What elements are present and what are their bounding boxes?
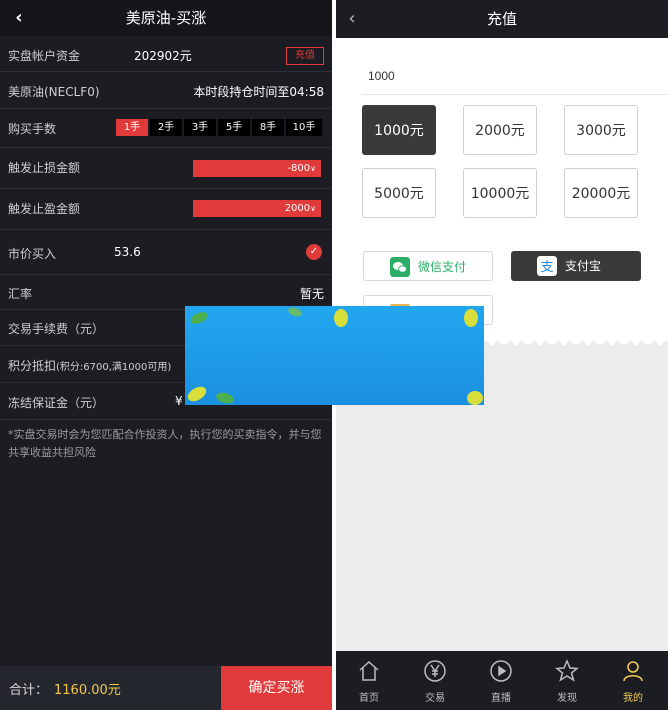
pay-wechat-label: 微信支付 (418, 260, 467, 274)
tab-live[interactable]: 直播 (468, 651, 534, 710)
product-label: 美原油(NECLF0) (8, 85, 100, 99)
user-icon (623, 661, 643, 682)
tab-trade-label: 交易 (425, 693, 445, 704)
overlay-banner[interactable] (185, 306, 484, 405)
alipay-icon: 支 (537, 256, 557, 276)
tab-trade[interactable]: 交易 (402, 651, 468, 710)
pay-alipay-button[interactable]: 支 支付宝 (511, 251, 641, 281)
play-icon (490, 660, 512, 682)
lots-label: 购买手数 (8, 122, 57, 136)
account-value: 202902元 (134, 49, 192, 63)
pay-alipay-label: 支付宝 (565, 259, 602, 273)
total-label: 合计： (9, 683, 49, 698)
stop-loss-value: -800 (287, 163, 311, 174)
divider (362, 94, 668, 95)
home-icon (359, 660, 379, 681)
lot-option-10[interactable]: 10手 (286, 119, 322, 136)
lot-option-5[interactable]: 5手 (218, 119, 250, 136)
banner-image (185, 306, 484, 405)
page-title: 美原油-买涨 (125, 9, 207, 27)
account-label: 实盘帐户资金 (8, 49, 81, 63)
market-buy-row: 市价买入 53.6 (0, 230, 332, 275)
tab-mine-label: 我的 (623, 693, 643, 704)
recharge-button[interactable]: 充值 (286, 47, 324, 65)
tab-discover[interactable]: 发现 (534, 651, 600, 710)
points-detail: (积分:6700,满1000可用) (56, 362, 172, 373)
tab-discover-label: 发现 (557, 693, 577, 704)
rate-row: 汇率 暂无 (0, 275, 332, 310)
lot-option-8[interactable]: 8手 (252, 119, 284, 136)
risk-note: *实盘交易时会为您匹配合作投资人，执行您的买卖指令，并与您共享收益共担风险 (8, 428, 322, 459)
lot-option-1[interactable]: 1手 (116, 119, 148, 136)
tab-home[interactable]: 首页 (336, 651, 402, 710)
hold-time: 本时段持仓时间至04:58 (193, 85, 324, 99)
market-price: 53.6 (114, 245, 141, 259)
amount-option-2000[interactable]: 2000元 (463, 105, 537, 155)
stop-loss-select[interactable]: -800∨ (193, 160, 321, 177)
amount-option-20000[interactable]: 20000元 (564, 168, 638, 218)
header-bar: ‹ 美原油-买涨 (0, 0, 332, 36)
amount-option-10000[interactable]: 10000元 (463, 168, 537, 218)
market-label: 市价买入 (8, 247, 57, 261)
amount-option-5000[interactable]: 5000元 (362, 168, 436, 218)
total-value: 1160.00元 (54, 683, 121, 698)
rate-label: 汇率 (8, 287, 33, 301)
page-title: 充值 (486, 10, 517, 28)
points-label-text: 积分抵扣 (8, 359, 57, 373)
chevron-down-icon: ∨ (310, 204, 316, 213)
rate-value: 暂无 (299, 287, 324, 301)
points-label: 积分抵扣(积分:6700,满1000可用) (8, 357, 171, 374)
chevron-down-icon: ∨ (310, 164, 316, 173)
stop-loss-label: 触发止损金额 (8, 161, 81, 175)
tab-home-label: 首页 (359, 693, 379, 704)
star-icon (555, 659, 579, 682)
fee-label: 交易手续费（元） (8, 322, 105, 336)
product-row: 美原油(NECLF0) 本时段持仓时间至04:58 (0, 72, 332, 109)
amount-input[interactable] (368, 66, 628, 86)
lot-option-3[interactable]: 3手 (184, 119, 216, 136)
tab-live-label: 直播 (491, 693, 511, 704)
take-profit-value: 2000 (284, 203, 311, 214)
bottom-tab-bar: 首页 交易 直播 发现 我的 (336, 651, 668, 710)
account-row: 实盘帐户资金 202902元 (0, 37, 332, 72)
margin-value: ¥ (175, 394, 183, 408)
take-profit-label: 触发止盈金额 (8, 202, 81, 216)
yen-coin-icon (424, 660, 446, 682)
header-bar: ‹ 充值 (336, 0, 668, 38)
check-icon[interactable]: ✓ (306, 244, 322, 260)
margin-label: 冻结保证金（元） (8, 396, 105, 410)
tab-mine[interactable]: 我的 (600, 651, 666, 710)
lots-selector: 1手 2手 3手 5手 8手 10手 (116, 119, 322, 136)
svg-text:支: 支 (540, 260, 553, 275)
pay-wechat-button[interactable]: 微信支付 (363, 251, 493, 281)
amount-option-3000[interactable]: 3000元 (564, 105, 638, 155)
take-profit-select[interactable]: 2000∨ (193, 200, 321, 217)
footer-bar: 合计： 1160.00元 确定买涨 (0, 666, 332, 710)
confirm-buy-button[interactable]: 确定买涨 (221, 666, 332, 710)
wechat-icon (390, 257, 410, 277)
lot-option-2[interactable]: 2手 (150, 119, 182, 136)
amount-option-1000[interactable]: 1000元 (362, 105, 436, 155)
